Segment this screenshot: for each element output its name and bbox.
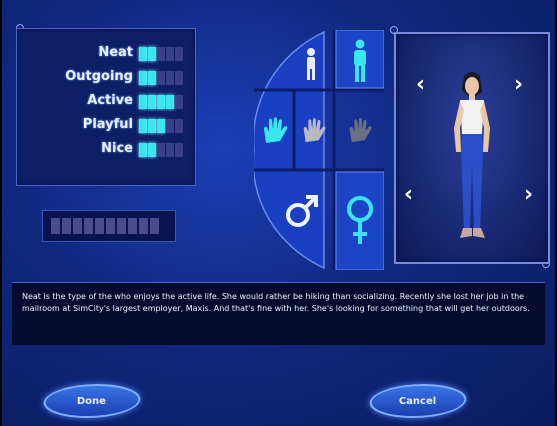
trait-row-nice: Nice	[17, 139, 195, 159]
trait-label: Nice	[101, 141, 133, 156]
name-placeholder-segment	[51, 218, 60, 234]
trait-level-segment[interactable]	[139, 143, 147, 157]
adult-figure-icon[interactable]	[338, 36, 382, 86]
trait-level-segment[interactable]	[175, 95, 183, 109]
trait-label: Neat	[98, 45, 133, 60]
trait-level-segment[interactable]	[157, 47, 165, 61]
description-box: Neat is the type of the who enjoys the a…	[12, 282, 545, 345]
trait-row-neat: Neat	[17, 43, 195, 63]
name-placeholder-segment	[150, 218, 159, 234]
head-prev-arrow-icon[interactable]: ‹	[416, 74, 425, 96]
trait-label: Active	[87, 93, 133, 108]
trait-label: Playful	[82, 117, 133, 132]
name-placeholder-segment	[62, 218, 71, 234]
trait-level-segment[interactable]	[175, 71, 183, 85]
done-button-label: Done	[77, 395, 107, 407]
child-figure-icon[interactable]	[292, 42, 330, 86]
trait-row-outgoing: Outgoing	[17, 67, 195, 87]
trait-level-segment[interactable]	[166, 95, 174, 109]
name-placeholder-segment	[117, 218, 126, 234]
personality-panel: Neat Outgoing Active Playful Nice	[16, 28, 196, 186]
trait-level-segment[interactable]	[148, 47, 156, 61]
trait-level-segment[interactable]	[175, 47, 183, 61]
head-next-arrow-icon[interactable]: ›	[514, 74, 523, 96]
trait-level-segment[interactable]	[166, 143, 174, 157]
trait-level-segment[interactable]	[148, 95, 156, 109]
trait-level-bar[interactable]	[139, 119, 183, 133]
trait-level-segment[interactable]	[157, 119, 165, 133]
light-skin-hand-icon[interactable]	[258, 94, 292, 166]
trait-level-bar[interactable]	[139, 95, 183, 109]
character-preview-panel: ‹ › ‹ ›	[394, 32, 550, 264]
name-placeholder-segment	[84, 218, 93, 234]
trait-level-segment[interactable]	[148, 71, 156, 85]
body-next-arrow-icon[interactable]: ›	[524, 184, 533, 206]
trait-level-segment[interactable]	[139, 47, 147, 61]
name-placeholder-segment	[128, 218, 137, 234]
trait-level-segment[interactable]	[175, 119, 183, 133]
trait-level-segment[interactable]	[139, 95, 147, 109]
create-sim-screen: Neat Outgoing Active Playful Nice ‹ › ‹ …	[2, 0, 555, 426]
trait-row-playful: Playful	[17, 115, 195, 135]
trait-row-active: Active	[17, 91, 195, 111]
name-placeholder-segment	[106, 218, 115, 234]
trait-level-segment[interactable]	[166, 47, 174, 61]
male-symbol-icon[interactable]	[274, 176, 330, 246]
trait-level-segment[interactable]	[139, 71, 147, 85]
trait-level-segment[interactable]	[166, 71, 174, 85]
trait-level-segment[interactable]	[148, 119, 156, 133]
trait-level-segment[interactable]	[175, 143, 183, 157]
trait-level-bar[interactable]	[139, 71, 183, 85]
name-field[interactable]	[42, 210, 176, 242]
name-placeholder-segment	[73, 218, 82, 234]
trait-level-segment[interactable]	[139, 119, 147, 133]
female-symbol-icon[interactable]	[338, 180, 382, 264]
trait-label: Outgoing	[65, 69, 133, 84]
cancel-button-label: Cancel	[399, 395, 437, 407]
body-prev-arrow-icon[interactable]: ‹	[404, 184, 413, 206]
trait-level-segment[interactable]	[157, 71, 165, 85]
done-button[interactable]: Done	[38, 384, 146, 418]
appearance-selector-wheel	[254, 30, 384, 270]
trait-level-segment[interactable]	[166, 119, 174, 133]
trait-level-bar[interactable]	[139, 143, 183, 157]
medium-skin-hand-icon[interactable]	[296, 94, 332, 166]
name-placeholder-segment	[95, 218, 104, 234]
trait-level-segment[interactable]	[157, 143, 165, 157]
name-placeholder-segment	[139, 218, 148, 234]
trait-level-bar[interactable]	[139, 47, 183, 61]
cancel-button[interactable]: Cancel	[364, 384, 472, 418]
dark-skin-hand-icon[interactable]	[338, 94, 382, 166]
description-text: Neat is the type of the who enjoys the a…	[22, 292, 530, 313]
trait-level-segment[interactable]	[148, 143, 156, 157]
trait-level-segment[interactable]	[157, 95, 165, 109]
sim-character-figure	[454, 72, 490, 238]
